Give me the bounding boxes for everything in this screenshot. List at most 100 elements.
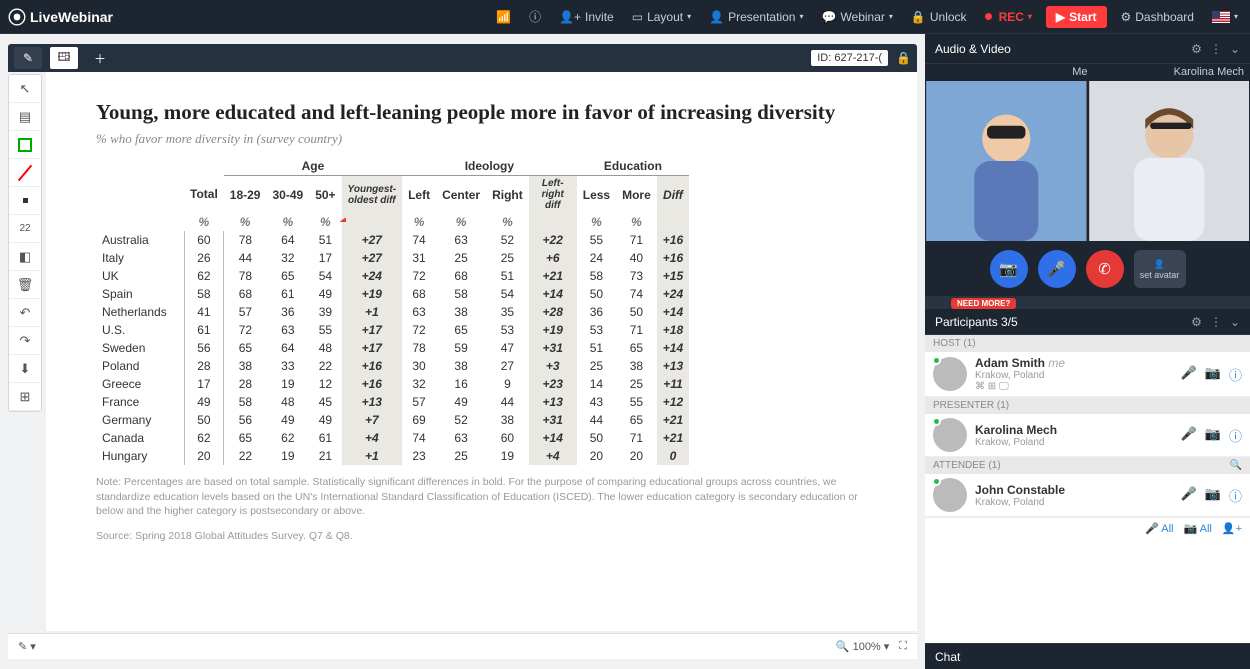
tab-lock-icon[interactable]: 🔒 [896,51,911,65]
rec-dropdown[interactable]: REC▾ [981,8,1036,26]
all-cam-button[interactable]: 📷 All [1183,522,1211,535]
gear-icon[interactable]: ⚙ [1191,315,1202,329]
topbar: ⦿LiveWebinar 📶 ⓘ 👤+Invite ▭Layout▾ 👤Pres… [0,0,1250,34]
info-icon[interactable]: ⓘ [1229,365,1242,384]
camera-on-icon[interactable]: 📷 [1205,486,1221,505]
chat-header[interactable]: Chat [925,643,1250,669]
participant-row[interactable]: John Constable Krakow, Poland 🎤 📷 ⓘ [925,474,1250,517]
tool-trash[interactable]: 🗑 [9,271,41,299]
start-button[interactable]: ▶Start [1046,6,1107,28]
more-icon[interactable]: ⋮ [1210,315,1222,329]
mic-muted-icon[interactable]: 🎤 [1181,365,1197,384]
dashboard-button[interactable]: ⚙Dashboard [1117,8,1198,26]
avatar [933,418,967,452]
us-flag-icon [1212,11,1230,23]
participants-allbar: 🎤 All 📷 All 👤+ [925,517,1250,539]
tool-eraser[interactable]: ◧ [9,243,41,271]
video-label-other: Karolina Mech [1088,66,1245,78]
lock-icon: 🔒 [911,10,926,24]
tool-rectangle[interactable] [9,131,41,159]
table-row: Italy26443217+27312525+62440+16 [96,249,689,267]
webinar-dropdown[interactable]: 💬Webinar▾ [817,8,896,26]
table-row: Hungary20221921+1232519+420200 [96,447,689,465]
tool-point[interactable] [9,187,41,215]
table-row: France49584845+13574944+134355+12 [96,393,689,411]
table-row: Greece17281912+1632169+231425+11 [96,375,689,393]
person-add-icon: 👤+ [559,10,581,24]
tool-size[interactable]: 22 [9,215,41,243]
table-row: Germany50564949+7695238+314465+21 [96,411,689,429]
role-presenter: PRESENTER (1) [925,397,1250,414]
avatar-icon: 👤 [1154,259,1165,270]
mic-on-icon[interactable]: 🎤 [1181,486,1197,505]
tool-line[interactable] [9,159,41,187]
chevron-down-icon[interactable]: ⌄ [1230,42,1240,56]
camera-on-icon[interactable]: 📷 [1205,365,1221,384]
tab-document[interactable]: 🖽 [50,47,78,69]
right-panel: Audio & Video ⚙ ⋮ ⌄ Me Karolina Mech [925,34,1250,669]
video-area: Me Karolina Mech 📷 🎤 ✆ 👤set avatar [925,64,1250,296]
tool-undo[interactable]: ↶ [9,299,41,327]
table-row: Sweden56656448+17785947+315165+14 [96,339,689,357]
role-attendee: ATTENDEE (1) 🔍 [925,457,1250,474]
tool-text[interactable]: ▤ [9,103,41,131]
role-host: HOST (1) [925,335,1250,352]
avatar [933,478,967,512]
presentation-dropdown[interactable]: 👤Presentation▾ [705,8,807,26]
chat-bubble-icon: 💬 [821,10,836,24]
layout-dropdown[interactable]: ▭Layout▾ [628,8,695,26]
tab-whiteboard[interactable]: ✎ [14,47,42,69]
group-ideology: Ideology [402,157,577,176]
invite-button[interactable]: 👤+Invite [555,8,618,26]
audio-video-header: Audio & Video ⚙ ⋮ ⌄ [925,34,1250,64]
chevron-down-icon[interactable]: ⌄ [1230,315,1240,329]
tool-grid[interactable]: ⊞ [9,383,41,411]
session-id: ID: 627-217-( [811,50,888,66]
hangup-button[interactable]: ✆ [1086,250,1124,288]
monitor-icon: 🖵 [999,381,1009,392]
tab-add[interactable]: ＋ [86,47,114,69]
participant-row[interactable]: Karolina Mech Krakow, Poland 🎤 📷 ⓘ [925,414,1250,457]
mic-on-icon[interactable]: 🎤 [1181,426,1197,445]
tool-download[interactable]: ⬇ [9,355,41,383]
chevron-down-icon: ▾ [799,12,803,21]
language-flag-dropdown[interactable]: ▾ [1208,9,1242,25]
need-more-badge[interactable]: NEED MORE? [951,298,1016,309]
camera-on-icon[interactable]: 📷 [1205,426,1221,445]
chevron-down-icon: ▾ [1028,12,1032,21]
canvas-bottombar: ✎ ▾ 🔍 100% ▾ ⛶ [8,633,917,659]
search-icon[interactable]: 🔍 [1230,460,1242,471]
layout-icon: ▭ [632,10,643,24]
participants-header: Participants 3/5 ⚙ ⋮ ⌄ [925,309,1250,335]
tool-cursor[interactable]: ↖ [9,75,41,103]
all-mic-button[interactable]: 🎤 All [1145,522,1173,535]
info-icon[interactable]: ⓘ [525,6,545,27]
add-participant-button[interactable]: 👤+ [1222,522,1242,535]
tool-redo[interactable]: ↷ [9,327,41,355]
more-icon[interactable]: ⋮ [1210,42,1222,56]
chevron-down-icon: ▾ [1234,12,1238,21]
table-row: Poland28383322+16303827+32538+13 [96,357,689,375]
participant-row[interactable]: Adam Smith me Krakow, Poland ⌘ ⊞ 🖵 🎤 📷 ⓘ [925,352,1250,397]
gear-icon[interactable]: ⚙ [1191,42,1202,56]
table-row: Netherlands41573639+1633835+283650+14 [96,303,689,321]
person-icon: 👤 [709,10,724,24]
chevron-down-icon: ▾ [687,12,691,21]
drawing-toolbar: ↖ ▤ 22 ◧ 🗑 ↶ ↷ ⬇ ⊞ [8,74,42,412]
table-row: Spain58686149+19685854+145074+24 [96,285,689,303]
zoom-control[interactable]: 🔍 100% ▾ [836,640,889,653]
rec-dot-icon [985,13,992,20]
info-icon[interactable]: ⓘ [1229,486,1242,505]
info-icon[interactable]: ⓘ [1229,426,1242,445]
unlock-button[interactable]: 🔒Unlock [907,8,971,26]
mic-button[interactable]: 🎤 [1038,250,1076,288]
fullscreen-icon[interactable]: ⛶ [899,640,907,653]
pen-dropdown[interactable]: ✎ ▾ [18,640,36,653]
camera-button[interactable]: 📷 [990,250,1028,288]
apple-icon: ⌘ [975,381,985,392]
participants-list: HOST (1) Adam Smith me Krakow, Poland ⌘ … [925,335,1250,643]
video-tile-me[interactable] [926,81,1087,241]
avatar [933,357,967,391]
video-tile-other[interactable] [1089,81,1250,241]
set-avatar-button[interactable]: 👤set avatar [1134,250,1186,288]
